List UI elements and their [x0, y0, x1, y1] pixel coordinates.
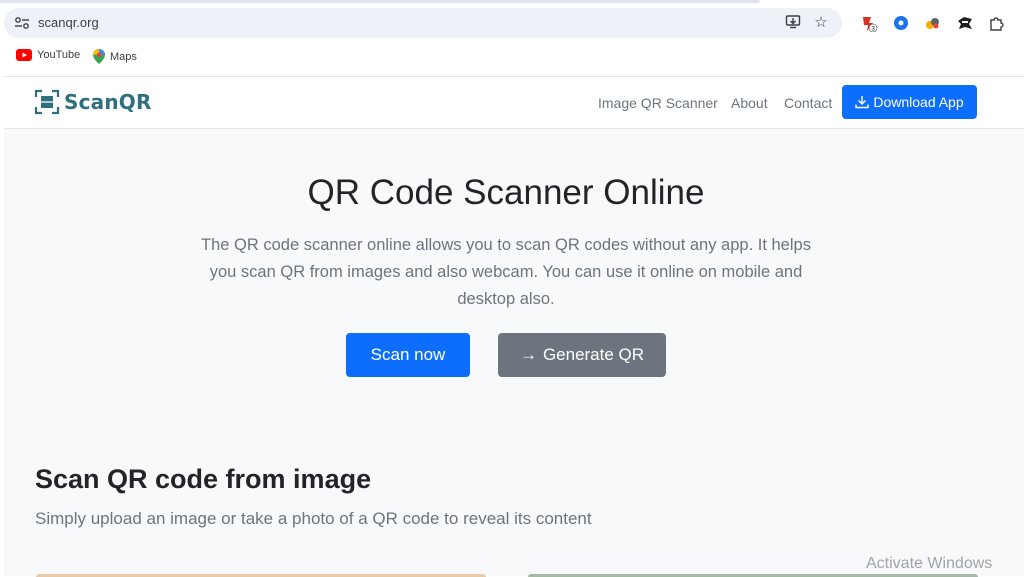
brand-logo[interactable]: ScanQR [34, 89, 152, 115]
scan-now-button[interactable]: Scan now [346, 333, 470, 377]
site-navbar: ScanQR Image QR Scanner About Contact Do… [4, 77, 1024, 129]
download-icon [855, 96, 870, 109]
arrow-right-icon: → [519, 345, 537, 364]
activate-windows-watermark: Activate Windows [866, 555, 993, 572]
ninja-extension-icon[interactable] [956, 14, 974, 32]
section-subtitle: Simply upload an image or take a photo o… [35, 509, 592, 528]
address-bar[interactable]: scanqr.org ☆ [4, 8, 842, 38]
bookmark-maps[interactable]: Maps [93, 49, 137, 64]
download-app-label: Download App [873, 94, 964, 110]
install-app-icon[interactable] [784, 14, 802, 32]
page-content: ScanQR Image QR Scanner About Contact Do… [4, 76, 1024, 577]
scanqr-logo-icon [34, 89, 60, 115]
bookmark-star-icon[interactable]: ☆ [812, 14, 830, 32]
extension-badge-icon[interactable]: 3 [860, 14, 878, 32]
youtube-icon [16, 49, 32, 61]
maps-pin-icon [93, 49, 105, 64]
bookmarks-bar: YouTube Maps [0, 46, 1024, 68]
browser-chrome: scanqr.org ☆ 3 YouTube Maps [0, 0, 1024, 76]
bookmark-label: Maps [110, 50, 137, 63]
blue-extension-icon[interactable] [892, 14, 910, 32]
nav-about[interactable]: About [731, 95, 768, 111]
url-text[interactable]: scanqr.org [38, 15, 99, 30]
bookmark-label: YouTube [37, 49, 81, 61]
brand-name: ScanQR [64, 90, 152, 114]
site-settings-icon[interactable] [14, 16, 30, 30]
scan-now-label: Scan now [370, 345, 446, 364]
download-app-button[interactable]: Download App [842, 85, 977, 119]
page-title: QR Code Scanner Online [307, 173, 705, 212]
nav-contact[interactable]: Contact [784, 95, 832, 111]
bookmark-youtube[interactable]: YouTube [16, 49, 80, 61]
tab-strip [0, 0, 760, 3]
color-extension-icon[interactable] [924, 14, 942, 32]
extensions-puzzle-icon[interactable] [988, 14, 1006, 32]
hero-description: The QR code scanner online allows you to… [201, 236, 811, 308]
generate-qr-button[interactable]: → Generate QR [498, 333, 666, 377]
section-title: Scan QR code from image [35, 464, 372, 494]
nav-image-qr-scanner[interactable]: Image QR Scanner [598, 95, 718, 111]
extension-badge-count: 3 [871, 26, 875, 33]
generate-qr-label: Generate QR [542, 345, 645, 364]
